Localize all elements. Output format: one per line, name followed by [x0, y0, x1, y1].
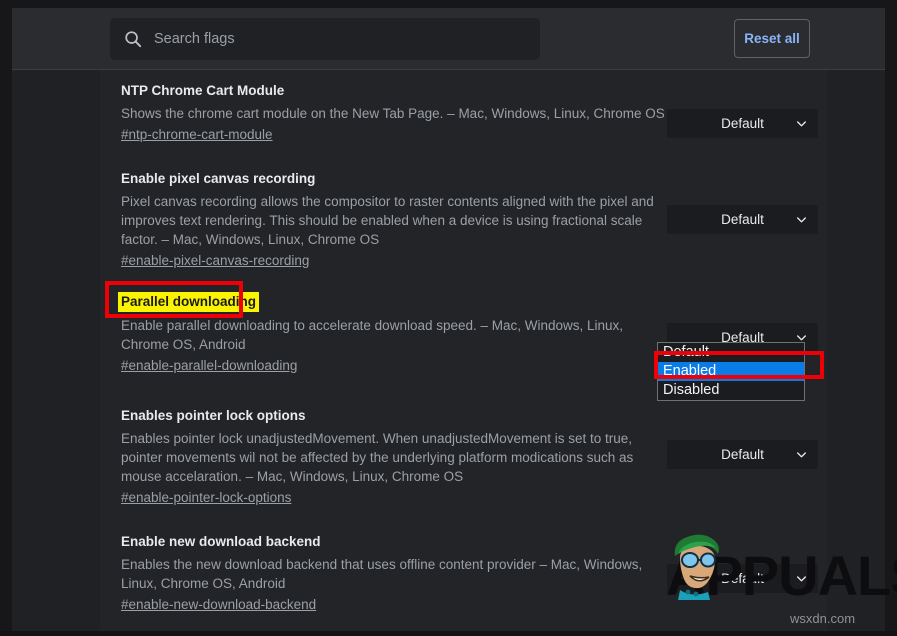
- flag-permalink[interactable]: #enable-pointer-lock-options: [121, 488, 291, 507]
- flag-text-block: Parallel downloading Enable parallel dow…: [121, 292, 666, 375]
- dropdown-option-enabled[interactable]: Enabled: [658, 362, 804, 381]
- flag-select-value: Default: [721, 212, 764, 227]
- flag-description: Enable parallel downloading to accelerat…: [121, 316, 666, 354]
- flag-text-block: NTP Chrome Cart Module Shows the chrome …: [121, 82, 666, 144]
- flag-select[interactable]: Default: [667, 564, 818, 593]
- chrome-flags-window: Reset all NTP Chrome Cart Module Shows t…: [12, 8, 885, 631]
- left-gutter: [12, 70, 100, 631]
- flag-title-wrap: Enables pointer lock options: [121, 407, 666, 429]
- flag-select[interactable]: Default: [667, 440, 818, 469]
- flag-row: NTP Chrome Cart Module Shows the chrome …: [100, 82, 827, 152]
- flag-title: Parallel downloading: [118, 292, 259, 312]
- chevron-down-icon: [797, 576, 806, 582]
- dropdown-option-default[interactable]: Default: [658, 343, 804, 362]
- flag-title-wrap: Enable pixel canvas recording: [121, 170, 666, 192]
- flag-permalink[interactable]: #enable-parallel-downloading: [121, 356, 297, 375]
- flag-text-block: Enables pointer lock options Enables poi…: [121, 407, 666, 507]
- chevron-down-icon: [797, 335, 806, 341]
- chevron-down-icon: [797, 121, 806, 127]
- flag-dropdown-options[interactable]: Default Enabled Disabled: [657, 342, 805, 401]
- flag-description: Enables the new download backend that us…: [121, 555, 666, 593]
- search-flags-box[interactable]: [110, 18, 540, 60]
- flag-title-wrap: NTP Chrome Cart Module: [121, 82, 666, 104]
- flag-select[interactable]: Default: [667, 205, 818, 234]
- flag-select-value: Default: [721, 447, 764, 462]
- flag-row: Enable pixel canvas recording Pixel canv…: [100, 170, 827, 280]
- flag-description: Pixel canvas recording allows the compos…: [121, 192, 666, 249]
- flag-permalink[interactable]: #ntp-chrome-cart-module: [121, 125, 273, 144]
- flag-description: Shows the chrome cart module on the New …: [121, 104, 666, 123]
- flag-title: Enable pixel canvas recording: [121, 170, 315, 188]
- flag-text-block: Enable pixel canvas recording Pixel canv…: [121, 170, 666, 270]
- flag-title: Enables pointer lock options: [121, 407, 306, 425]
- right-gutter: [827, 70, 885, 631]
- flag-select[interactable]: Default: [667, 109, 818, 138]
- flag-title-wrap: Enable new download backend: [121, 533, 666, 555]
- bottom-strip: [0, 631, 897, 636]
- flag-text-block: Enable new download backend Enables the …: [121, 533, 666, 614]
- flag-permalink[interactable]: #enable-pixel-canvas-recording: [121, 251, 309, 270]
- flag-select-value: Default: [721, 116, 764, 131]
- chevron-down-icon: [797, 217, 806, 223]
- flag-title-wrap: Parallel downloading: [121, 292, 666, 316]
- flag-title: NTP Chrome Cart Module: [121, 82, 284, 100]
- reset-all-button[interactable]: Reset all: [734, 19, 810, 58]
- flag-title: Enable new download backend: [121, 533, 321, 551]
- browser-frame: Reset all NTP Chrome Cart Module Shows t…: [0, 0, 897, 636]
- flag-permalink[interactable]: #enable-new-download-backend: [121, 595, 316, 614]
- search-input[interactable]: [154, 31, 524, 47]
- dropdown-option-disabled[interactable]: Disabled: [658, 381, 804, 400]
- flag-row: Enables pointer lock options Enables poi…: [100, 407, 827, 517]
- flags-toolbar: Reset all: [12, 8, 885, 70]
- flag-select-value: Default: [721, 571, 764, 586]
- flag-row: Enable new download backend Enables the …: [100, 533, 827, 623]
- flag-description: Enables pointer lock unadjustedMovement.…: [121, 429, 666, 486]
- search-icon: [124, 30, 142, 48]
- chevron-down-icon: [797, 452, 806, 458]
